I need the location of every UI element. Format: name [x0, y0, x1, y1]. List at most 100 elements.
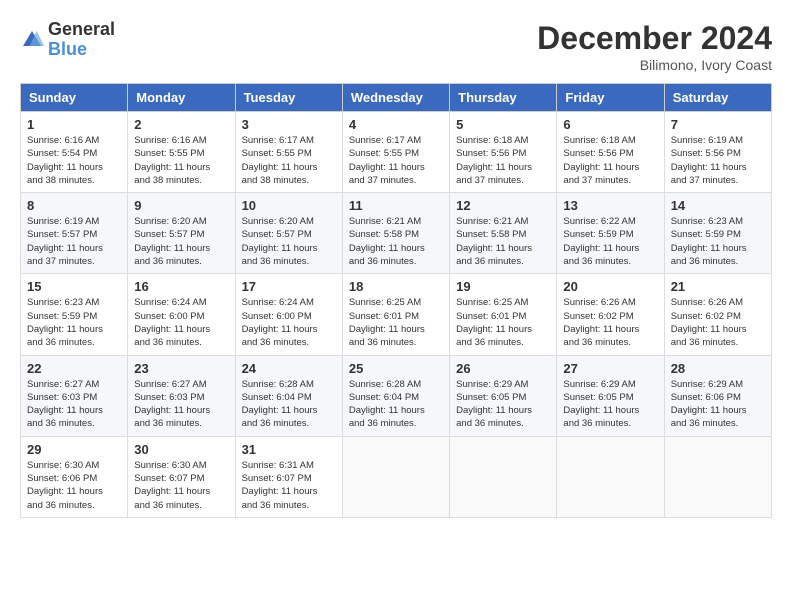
- day-number: 30: [134, 442, 228, 457]
- calendar-cell: 24Sunrise: 6:28 AMSunset: 6:04 PMDayligh…: [235, 355, 342, 436]
- calendar-cell: 7 Sunrise: 6:19 AMSunset: 5:56 PMDaylight…: [664, 112, 771, 193]
- column-header-tuesday: Tuesday: [235, 84, 342, 112]
- calendar-cell: 3 Sunrise: 6:17 AMSunset: 5:55 PMDaylight…: [235, 112, 342, 193]
- calendar-cell: 17Sunrise: 6:24 AMSunset: 6:00 PMDayligh…: [235, 274, 342, 355]
- calendar-cell: 21 Sunrise: 6:26 AMSunset: 6:02 PMDayligh…: [664, 274, 771, 355]
- calendar-cell: 22Sunrise: 6:27 AMSunset: 6:03 PMDayligh…: [21, 355, 128, 436]
- calendar-cell: [557, 436, 664, 517]
- day-number: 27: [563, 361, 657, 376]
- calendar-cell: 12Sunrise: 6:21 AMSunset: 5:58 PMDayligh…: [450, 193, 557, 274]
- day-number: 2: [134, 117, 228, 132]
- day-info: Sunrise: 6:23 AMSunset: 5:59 PMDaylight:…: [27, 296, 121, 349]
- day-info: Sunrise: 6:26 AMSunset: 6:02 PMDaylight:…: [671, 296, 765, 349]
- day-info: Sunrise: 6:29 AMSunset: 6:05 PMDaylight:…: [456, 378, 550, 431]
- day-info: Sunrise: 6:20 AMSunset: 5:57 PMDaylight:…: [242, 215, 336, 268]
- day-number: 19: [456, 279, 550, 294]
- day-info: Sunrise: 6:29 AMSunset: 6:06 PMDaylight:…: [671, 378, 765, 431]
- calendar-cell: 16 Sunrise: 6:24 AMSunset: 6:00 PMDayligh…: [128, 274, 235, 355]
- day-info: Sunrise: 6:31 AMSunset: 6:07 PMDaylight:…: [242, 459, 336, 512]
- calendar-table: SundayMondayTuesdayWednesdayThursdayFrid…: [20, 83, 772, 518]
- day-info: Sunrise: 6:18 AMSunset: 5:56 PMDaylight:…: [563, 134, 657, 187]
- day-number: 13: [563, 198, 657, 213]
- day-info: Sunrise: 6:28 AMSunset: 6:04 PMDaylight:…: [349, 378, 443, 431]
- day-number: 3: [242, 117, 336, 132]
- day-info: Sunrise: 6:23 AMSunset: 5:59 PMDaylight:…: [671, 215, 765, 268]
- calendar-week-1: 1 Sunrise: 6:16 AMSunset: 5:54 PMDaylight…: [21, 112, 772, 193]
- day-number: 10: [242, 198, 336, 213]
- day-number: 14: [671, 198, 765, 213]
- calendar-week-4: 22 Sunrise: 6:27 AMSunset: 6:03 PMDayligh…: [21, 355, 772, 436]
- calendar-cell: 2 Sunrise: 6:16 AMSunset: 5:55 PMDaylight…: [128, 112, 235, 193]
- calendar-cell: 29Sunrise: 6:30 AMSunset: 6:06 PMDayligh…: [21, 436, 128, 517]
- day-number: 1: [27, 117, 121, 132]
- calendar-header: SundayMondayTuesdayWednesdayThursdayFrid…: [21, 84, 772, 112]
- calendar-cell: 14 Sunrise: 6:23 AMSunset: 5:59 PMDayligh…: [664, 193, 771, 274]
- day-info: Sunrise: 6:25 AMSunset: 6:01 PMDaylight:…: [349, 296, 443, 349]
- day-number: 31: [242, 442, 336, 457]
- page-header: General Blue December 2024 Bilimono, Ivo…: [20, 20, 772, 73]
- calendar-cell: [664, 436, 771, 517]
- day-number: 9: [134, 198, 228, 213]
- calendar-cell: 23 Sunrise: 6:27 AMSunset: 6:03 PMDayligh…: [128, 355, 235, 436]
- calendar-cell: 19 Sunrise: 6:25 AMSunset: 6:01 PMDayligh…: [450, 274, 557, 355]
- day-info: Sunrise: 6:21 AMSunset: 5:58 PMDaylight:…: [349, 215, 443, 268]
- calendar-cell: 13Sunrise: 6:22 AMSunset: 5:59 PMDayligh…: [557, 193, 664, 274]
- month-title: December 2024: [537, 20, 772, 57]
- calendar-cell: 10 Sunrise: 6:20 AMSunset: 5:57 PMDayligh…: [235, 193, 342, 274]
- calendar-cell: [450, 436, 557, 517]
- day-number: 23: [134, 361, 228, 376]
- calendar-cell: 30 Sunrise: 6:30 AMSunset: 6:07 PMDayligh…: [128, 436, 235, 517]
- day-info: Sunrise: 6:17 AMSunset: 5:55 PMDaylight:…: [242, 134, 336, 187]
- day-number: 8: [27, 198, 121, 213]
- day-info: Sunrise: 6:18 AMSunset: 5:56 PMDaylight:…: [456, 134, 550, 187]
- calendar-cell: 6 Sunrise: 6:18 AMSunset: 5:56 PMDaylight…: [557, 112, 664, 193]
- calendar-cell: 31 Sunrise: 6:31 AMSunset: 6:07 PMDayligh…: [235, 436, 342, 517]
- day-number: 6: [563, 117, 657, 132]
- day-info: Sunrise: 6:24 AMSunset: 6:00 PMDaylight:…: [134, 296, 228, 349]
- day-info: Sunrise: 6:20 AMSunset: 5:57 PMDaylight:…: [134, 215, 228, 268]
- calendar-cell: 27Sunrise: 6:29 AMSunset: 6:05 PMDayligh…: [557, 355, 664, 436]
- column-header-sunday: Sunday: [21, 84, 128, 112]
- calendar-cell: 18 Sunrise: 6:25 AMSunset: 6:01 PMDayligh…: [342, 274, 449, 355]
- title-section: December 2024 Bilimono, Ivory Coast: [537, 20, 772, 73]
- logo-icon: [20, 28, 44, 52]
- day-number: 5: [456, 117, 550, 132]
- column-header-monday: Monday: [128, 84, 235, 112]
- calendar-cell: 20 Sunrise: 6:26 AMSunset: 6:02 PMDayligh…: [557, 274, 664, 355]
- day-number: 7: [671, 117, 765, 132]
- day-number: 28: [671, 361, 765, 376]
- day-number: 4: [349, 117, 443, 132]
- day-number: 15: [27, 279, 121, 294]
- day-info: Sunrise: 6:25 AMSunset: 6:01 PMDaylight:…: [456, 296, 550, 349]
- day-info: Sunrise: 6:19 AMSunset: 5:56 PMDaylight:…: [671, 134, 765, 187]
- calendar-week-3: 15 Sunrise: 6:23 AMSunset: 5:59 PMDayligh…: [21, 274, 772, 355]
- calendar-cell: 9 Sunrise: 6:20 AMSunset: 5:57 PMDaylight…: [128, 193, 235, 274]
- calendar-body: 1 Sunrise: 6:16 AMSunset: 5:54 PMDaylight…: [21, 112, 772, 518]
- calendar-cell: 1 Sunrise: 6:16 AMSunset: 5:54 PMDaylight…: [21, 112, 128, 193]
- calendar-cell: 8 Sunrise: 6:19 AMSunset: 5:57 PMDaylight…: [21, 193, 128, 274]
- day-info: Sunrise: 6:30 AMSunset: 6:07 PMDaylight:…: [134, 459, 228, 512]
- day-number: 22: [27, 361, 121, 376]
- calendar-cell: 25Sunrise: 6:28 AMSunset: 6:04 PMDayligh…: [342, 355, 449, 436]
- location-text: Bilimono, Ivory Coast: [537, 57, 772, 73]
- calendar-week-5: 29Sunrise: 6:30 AMSunset: 6:06 PMDayligh…: [21, 436, 772, 517]
- day-number: 12: [456, 198, 550, 213]
- day-number: 26: [456, 361, 550, 376]
- day-number: 16: [134, 279, 228, 294]
- day-number: 20: [563, 279, 657, 294]
- day-number: 17: [242, 279, 336, 294]
- logo-general-text: General: [48, 19, 115, 39]
- day-number: 29: [27, 442, 121, 457]
- day-number: 18: [349, 279, 443, 294]
- day-info: Sunrise: 6:27 AMSunset: 6:03 PMDaylight:…: [134, 378, 228, 431]
- calendar-cell: 26 Sunrise: 6:29 AMSunset: 6:05 PMDayligh…: [450, 355, 557, 436]
- day-number: 21: [671, 279, 765, 294]
- day-info: Sunrise: 6:19 AMSunset: 5:57 PMDaylight:…: [27, 215, 121, 268]
- column-header-wednesday: Wednesday: [342, 84, 449, 112]
- calendar-cell: 28 Sunrise: 6:29 AMSunset: 6:06 PMDayligh…: [664, 355, 771, 436]
- day-info: Sunrise: 6:16 AMSunset: 5:54 PMDaylight:…: [27, 134, 121, 187]
- day-info: Sunrise: 6:26 AMSunset: 6:02 PMDaylight:…: [563, 296, 657, 349]
- calendar-cell: 4Sunrise: 6:17 AMSunset: 5:55 PMDaylight…: [342, 112, 449, 193]
- day-number: 24: [242, 361, 336, 376]
- day-info: Sunrise: 6:16 AMSunset: 5:55 PMDaylight:…: [134, 134, 228, 187]
